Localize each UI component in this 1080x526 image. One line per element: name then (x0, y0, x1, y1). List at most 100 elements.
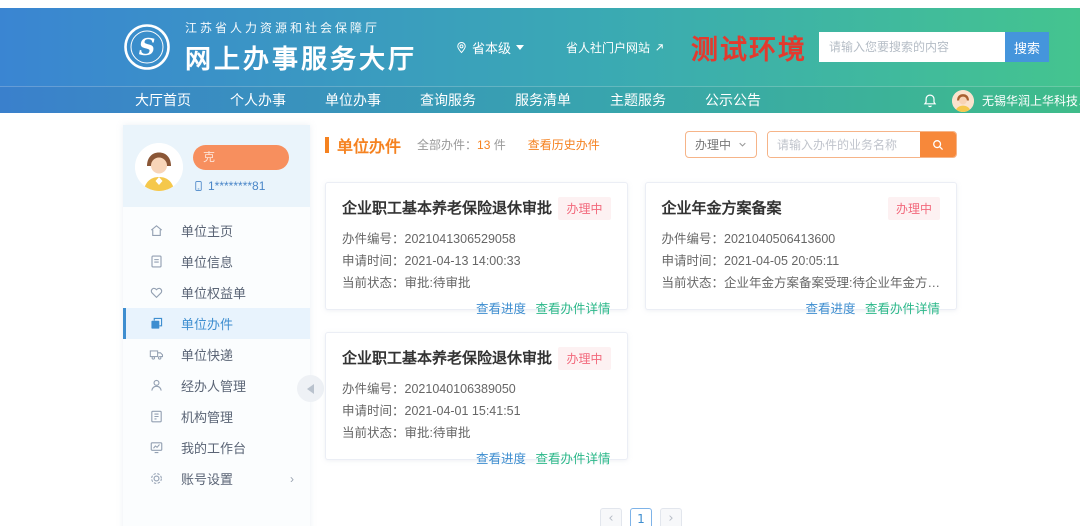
profile-avatar (135, 143, 183, 191)
org-name: 江苏省人力资源和社会保障厅 (185, 19, 417, 36)
case-card-grid: 企业职工基本养老保险退休审批 办理中 办件编号：2021041306529058… (325, 182, 957, 460)
site-title: 江苏省人力资源和社会保障厅 网上办事服务大厅 (185, 19, 417, 76)
external-link-icon (654, 42, 665, 53)
sidebar-item-agent-management[interactable]: 经办人管理 (123, 370, 310, 401)
sidebar-item-unit-info[interactable]: 单位信息 (123, 246, 310, 277)
field-label: 当前状态： (342, 426, 405, 440)
field-value: 2021041306529058 (405, 232, 516, 246)
header: S 江苏省人力资源和社会保障厅 网上办事服务大厅 省本级 省人社门户网站 (0, 8, 1080, 86)
history-cases-link[interactable]: 查看历史办件 (528, 136, 600, 153)
view-detail-link[interactable]: 查看办件详情 (535, 302, 610, 316)
nav-item-announcements[interactable]: 公示公告 (705, 90, 761, 110)
status-badge: 办理中 (558, 347, 610, 370)
field-value: 审批:待审批 (405, 276, 471, 290)
page-title: 单位办件 (337, 133, 401, 157)
apply-time-row: 申请时间：2021-04-01 15:41:51 (342, 400, 611, 422)
sidebar-collapse-button[interactable] (297, 375, 324, 402)
sidebar-item-my-workbench[interactable]: 我的工作台 (123, 432, 310, 463)
person-icon (149, 378, 165, 394)
portal-site-label: 省人社门户网站 (566, 39, 650, 56)
pagination-next-button[interactable]: › (660, 508, 682, 526)
nav-item-topics[interactable]: 主题服务 (610, 90, 666, 110)
region-selector[interactable]: 省本级 (455, 38, 524, 57)
workbench-icon (149, 440, 165, 456)
view-progress-link[interactable]: 查看进度 (805, 302, 855, 316)
sidebar-item-unit-home[interactable]: 单位主页 (123, 215, 310, 246)
case-number-row: 办件编号：2021041306529058 (342, 228, 611, 250)
total-unit: 件 (490, 138, 505, 152)
logged-in-company-name[interactable]: 无锡华润上华科技… (982, 92, 1080, 109)
chevron-down-icon (516, 45, 524, 50)
status-filter-dropdown[interactable]: 办理中 (685, 131, 757, 158)
case-card: 企业职工基本养老保险退休审批 办理中 办件编号：2021040106389050… (325, 332, 628, 460)
nav-item-personal[interactable]: 个人办事 (230, 90, 286, 110)
chevron-right-icon: › (290, 472, 294, 486)
field-value: 2021-04-01 15:41:51 (405, 404, 521, 418)
sidebar-item-label: 机构管理 (181, 407, 233, 426)
case-title: 企业年金方案备案 (662, 197, 782, 218)
field-label: 申请时间： (342, 254, 405, 268)
sidebar-item-label: 账号设置 (181, 469, 233, 488)
pagination-prev-button[interactable]: ‹ (600, 508, 622, 526)
field-value: 2021-04-13 14:00:33 (405, 254, 521, 268)
total-label: 全部办件： (417, 138, 477, 152)
pagination-page-1[interactable]: 1 (630, 508, 652, 526)
sidebar-item-label: 单位快递 (181, 345, 233, 364)
case-search-button[interactable] (920, 132, 956, 157)
sidebar-item-label: 单位权益单 (181, 283, 246, 302)
field-value: 2021040106389050 (405, 382, 516, 396)
sidebar-item-label: 单位主页 (181, 221, 233, 240)
main-nav: 大厅首页 个人办事 单位办事 查询服务 服务清单 主题服务 公示公告 (0, 86, 1080, 113)
user-avatar[interactable] (952, 90, 974, 112)
sidebar-item-label: 我的工作台 (181, 438, 246, 457)
phone-icon (193, 179, 204, 193)
sidebar: 克 1********81 单位主页 (123, 125, 310, 526)
nav-item-service-list[interactable]: 服务清单 (515, 90, 571, 110)
chevron-down-icon (738, 140, 747, 149)
status-badge: 办理中 (558, 197, 610, 220)
case-number-row: 办件编号：2021040106389050 (342, 378, 611, 400)
view-detail-link[interactable]: 查看办件详情 (535, 452, 610, 466)
view-detail-link[interactable]: 查看办件详情 (865, 302, 940, 316)
case-card: 企业职工基本养老保险退休审批 办理中 办件编号：2021041306529058… (325, 182, 628, 310)
sidebar-item-unit-rights[interactable]: 单位权益单 (123, 277, 310, 308)
case-title: 企业职工基本养老保险退休审批 (342, 347, 552, 368)
sidebar-item-org-management[interactable]: 机构管理 (123, 401, 310, 432)
sidebar-menu: 单位主页 单位信息 单位权益单 (123, 207, 310, 508)
portal-site-link[interactable]: 省人社门户网站 (566, 39, 665, 56)
nav-item-query[interactable]: 查询服务 (420, 90, 476, 110)
title-accent-bar (325, 137, 329, 153)
current-status-row: 当前状态：审批:待审批 (342, 272, 611, 294)
apply-time-row: 申请时间：2021-04-05 20:05:11 (662, 250, 941, 272)
field-value: 2021-04-05 20:05:11 (724, 254, 839, 268)
view-progress-link[interactable]: 查看进度 (476, 302, 526, 316)
sidebar-item-label: 单位信息 (181, 252, 233, 271)
masked-phone: 1********81 (193, 179, 289, 193)
field-label: 办件编号： (662, 232, 725, 246)
nav-item-unit[interactable]: 单位办事 (325, 90, 381, 110)
field-label: 申请时间： (662, 254, 725, 268)
nav-item-hall-home[interactable]: 大厅首页 (135, 90, 191, 110)
page: S 江苏省人力资源和社会保障厅 网上办事服务大厅 省本级 省人社门户网站 (0, 0, 1080, 526)
field-label: 办件编号： (342, 232, 405, 246)
heart-icon (149, 285, 165, 301)
status-filter-value: 办理中 (695, 136, 731, 153)
case-search-input[interactable] (768, 132, 920, 157)
view-progress-link[interactable]: 查看进度 (476, 452, 526, 466)
field-label: 当前状态： (662, 276, 725, 290)
notification-bell-icon[interactable] (922, 93, 938, 109)
region-label: 省本级 (472, 38, 511, 57)
content-area: 克 1********81 单位主页 (0, 113, 1080, 526)
sidebar-item-unit-cases[interactable]: 单位办件 (123, 308, 310, 339)
sidebar-item-unit-express[interactable]: 单位快递 (123, 339, 310, 370)
global-search-button[interactable]: 搜索 (1005, 32, 1049, 62)
current-status-row: 当前状态：企业年金方案备案受理:待企业年金方… (662, 272, 941, 294)
home-icon (149, 223, 165, 239)
main-header: 单位办件 全部办件：13 件 查看历史办件 办理中 (325, 131, 957, 158)
global-search-input[interactable] (819, 32, 1005, 62)
company-name-badge[interactable]: 克 (193, 145, 289, 170)
case-title: 企业职工基本养老保险退休审批 (342, 197, 552, 218)
global-search: 搜索 (819, 32, 1049, 62)
sidebar-item-account-settings[interactable]: 账号设置 › (123, 463, 310, 494)
case-number-row: 办件编号：2021040506413600 (662, 228, 941, 250)
